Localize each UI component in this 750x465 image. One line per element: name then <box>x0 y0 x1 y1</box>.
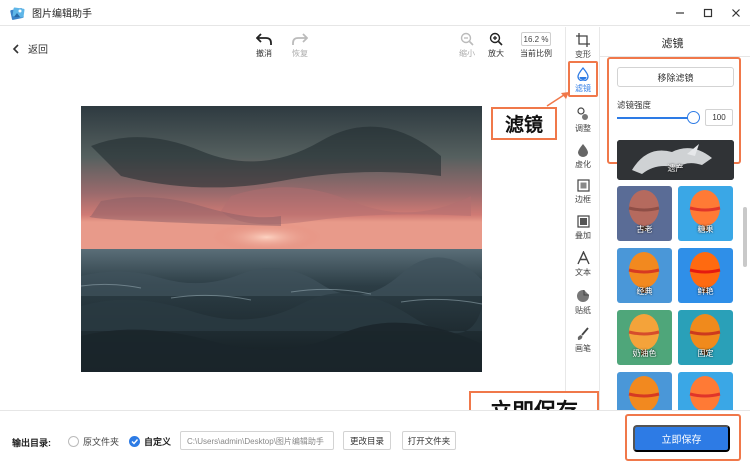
filter-strength-label: 滤镜强度 <box>617 100 652 110</box>
original-folder-label[interactable]: 原文件夹 <box>83 435 119 448</box>
tool-crop[interactable]: 变形 <box>566 33 600 60</box>
filter-thumb-fixed[interactable]: 固定 <box>678 310 733 365</box>
redo-button[interactable]: 恢复 <box>283 32 317 59</box>
output-path-input[interactable]: C:\Users\admin\Desktop\图片编辑助手 <box>180 431 334 450</box>
minimize-button[interactable] <box>666 0 694 26</box>
heritage-image <box>617 140 734 180</box>
filter-thumb-vintage[interactable]: 古老 <box>617 186 672 241</box>
close-icon <box>732 9 740 17</box>
filter-strength-value[interactable]: 100 <box>705 109 733 126</box>
undo-label: 撤消 <box>256 49 272 58</box>
filter-name: 古老 <box>636 225 653 234</box>
chevron-left-icon <box>12 43 19 54</box>
brush-icon <box>577 327 589 340</box>
panel-scrollbar[interactable] <box>743 207 747 267</box>
title-bar: 图片编辑助手 <box>0 0 750 26</box>
redo-label: 恢复 <box>292 49 308 58</box>
open-folder-button[interactable]: 打开文件夹 <box>402 431 456 450</box>
filter-name: 奶油色 <box>632 349 657 358</box>
editing-canvas <box>0 70 565 410</box>
filter-thumb-candy[interactable]: 糖果 <box>678 186 733 241</box>
slider-fill <box>617 117 691 119</box>
remove-filter-button[interactable]: 移除滤镜 <box>617 67 734 87</box>
zoom-out-label: 缩小 <box>459 49 475 58</box>
blur-drop-icon <box>578 144 588 157</box>
edited-photo[interactable] <box>81 106 482 372</box>
filter-thumb[interactable] <box>678 372 733 410</box>
redo-icon <box>292 33 308 45</box>
tool-overlay[interactable]: 叠加 <box>566 215 600 241</box>
app-logo-icon <box>10 6 25 20</box>
change-dir-button[interactable]: 更改目录 <box>343 431 391 450</box>
filter-name: 鲜艳 <box>697 287 714 296</box>
crop-icon <box>576 33 590 47</box>
filter-thumb[interactable] <box>617 372 672 410</box>
filter-panel: 滤镜 移除滤镜 滤镜强度 100 遗产 古老 糖果 经典 鲜艳 奶油色 固定 <box>600 27 750 410</box>
text-icon <box>576 251 590 265</box>
toolbar: 返回 撤消 恢复 缩小 放大 16.2 % 当前比例 <box>0 27 565 69</box>
radio-original-folder[interactable] <box>68 436 79 447</box>
current-ratio-label: 当前比例 <box>520 49 552 58</box>
adjust-icon <box>577 107 588 120</box>
maximize-button[interactable] <box>694 0 722 26</box>
checkmark-icon <box>131 439 139 445</box>
back-button[interactable]: 返回 <box>12 41 48 56</box>
zoom-out-icon <box>460 32 474 46</box>
tool-sticker-label: 贴纸 <box>575 306 591 315</box>
balloon-image <box>617 372 672 410</box>
radio-custom[interactable] <box>129 436 140 447</box>
zoom-in-icon <box>489 32 503 46</box>
undo-button[interactable]: 撤消 <box>247 32 281 59</box>
filter-thumb-classic[interactable]: 经典 <box>617 248 672 303</box>
tool-text[interactable]: 文本 <box>566 251 600 278</box>
tool-text-label: 文本 <box>575 268 591 277</box>
output-dir-label: 输出目录: <box>12 438 51 448</box>
slider-thumb[interactable] <box>687 111 700 124</box>
filter-thumb-vivid[interactable]: 鲜艳 <box>678 248 733 303</box>
tool-adjust-label: 调整 <box>575 124 591 133</box>
filter-name: 固定 <box>697 349 714 358</box>
panel-title: 滤镜 <box>661 38 684 50</box>
filter-thumb-heritage[interactable]: 遗产 <box>617 140 734 180</box>
zoom-in-label: 放大 <box>488 49 504 58</box>
tool-blur-label: 虚化 <box>575 160 591 169</box>
tool-adjust[interactable]: 调整 <box>566 107 600 134</box>
maximize-icon <box>703 8 713 18</box>
back-label: 返回 <box>28 45 48 56</box>
edit-tool-strip: 变形 滤镜 调整 虚化 边框 叠加 文本 贴纸 画笔 <box>565 27 600 410</box>
filter-name: 糖果 <box>697 225 714 234</box>
tool-brush-label: 画笔 <box>575 344 591 353</box>
close-button[interactable] <box>722 0 750 26</box>
filter-thumb-cream[interactable]: 奶油色 <box>617 310 672 365</box>
filter-name: 遗产 <box>667 164 684 173</box>
sticker-icon <box>577 290 589 302</box>
zoom-ratio[interactable]: 16.2 % 当前比例 <box>515 32 557 59</box>
filter-strength-slider[interactable] <box>617 117 691 119</box>
undo-icon <box>256 33 272 45</box>
callout-arrow-icon <box>546 92 569 107</box>
tool-border[interactable]: 边框 <box>566 179 600 205</box>
tool-blur[interactable]: 虚化 <box>566 143 600 170</box>
zoom-value[interactable]: 16.2 % <box>521 32 551 46</box>
filter-callout: 滤镜 <box>491 107 557 140</box>
overlay-icon <box>576 215 590 228</box>
tool-crop-label: 变形 <box>575 50 591 59</box>
border-icon <box>576 179 590 192</box>
balloon-image <box>678 372 733 410</box>
app-title: 图片编辑助手 <box>32 9 92 20</box>
filter-name: 经典 <box>636 287 653 296</box>
tool-border-label: 边框 <box>575 195 591 204</box>
tool-sticker[interactable]: 贴纸 <box>566 289 600 316</box>
tool-overlay-label: 叠加 <box>575 231 591 240</box>
zoom-in-button[interactable]: 放大 <box>479 32 513 59</box>
save-button-highlight <box>625 414 741 461</box>
tool-brush[interactable]: 画笔 <box>566 327 600 354</box>
minimize-icon <box>676 12 684 14</box>
filter-thumbnails: 遗产 古老 糖果 经典 鲜艳 奶油色 固定 <box>617 140 737 410</box>
custom-label[interactable]: 自定义 <box>144 435 171 448</box>
